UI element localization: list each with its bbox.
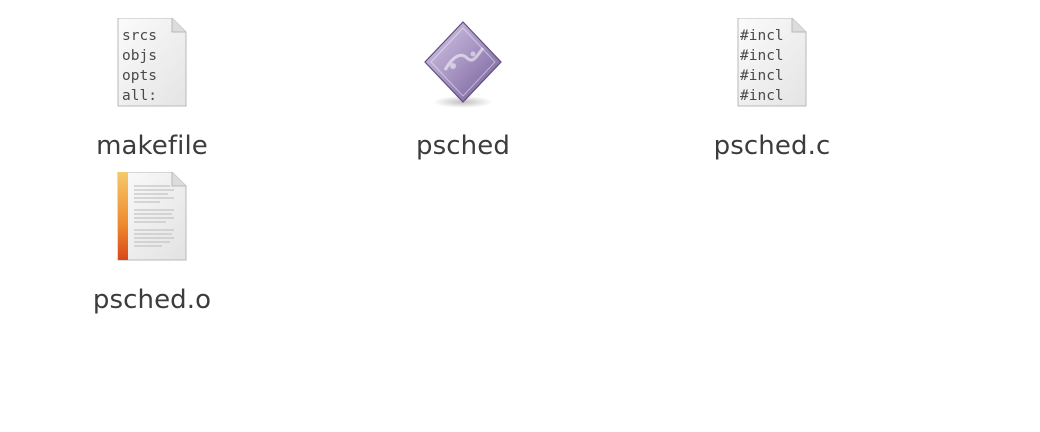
- preview-line: objs: [122, 48, 157, 64]
- file-item-psched[interactable]: psched: [363, 18, 563, 168]
- preview-line: #incl: [740, 28, 784, 44]
- preview-line: srcs: [122, 28, 157, 44]
- preview-line: #incl: [740, 68, 784, 84]
- text-file-icon: srcs objs opts all:: [117, 18, 187, 107]
- file-manager-icon-view: srcs objs opts all: makefile psched #inc…: [0, 0, 1040, 432]
- file-item-psched-c[interactable]: #incl #incl #incl #incl psched.c: [672, 18, 872, 168]
- c-source-file-icon: #incl #incl #incl #incl: [737, 18, 807, 107]
- preview-line: #incl: [740, 88, 784, 104]
- file-item-psched-o[interactable]: psched.o: [52, 172, 252, 322]
- object-file-icon: [117, 172, 187, 261]
- preview-line: opts: [122, 68, 157, 84]
- file-name-label: psched.o: [92, 285, 212, 315]
- file-name-label: psched.c: [713, 131, 831, 161]
- file-name-label: psched: [416, 131, 510, 161]
- file-name-label: makefile: [96, 131, 208, 161]
- executable-icon: [424, 21, 502, 108]
- preview-line: all:: [122, 88, 157, 104]
- preview-line: #incl: [740, 48, 784, 64]
- file-item-makefile[interactable]: srcs objs opts all: makefile: [52, 18, 252, 168]
